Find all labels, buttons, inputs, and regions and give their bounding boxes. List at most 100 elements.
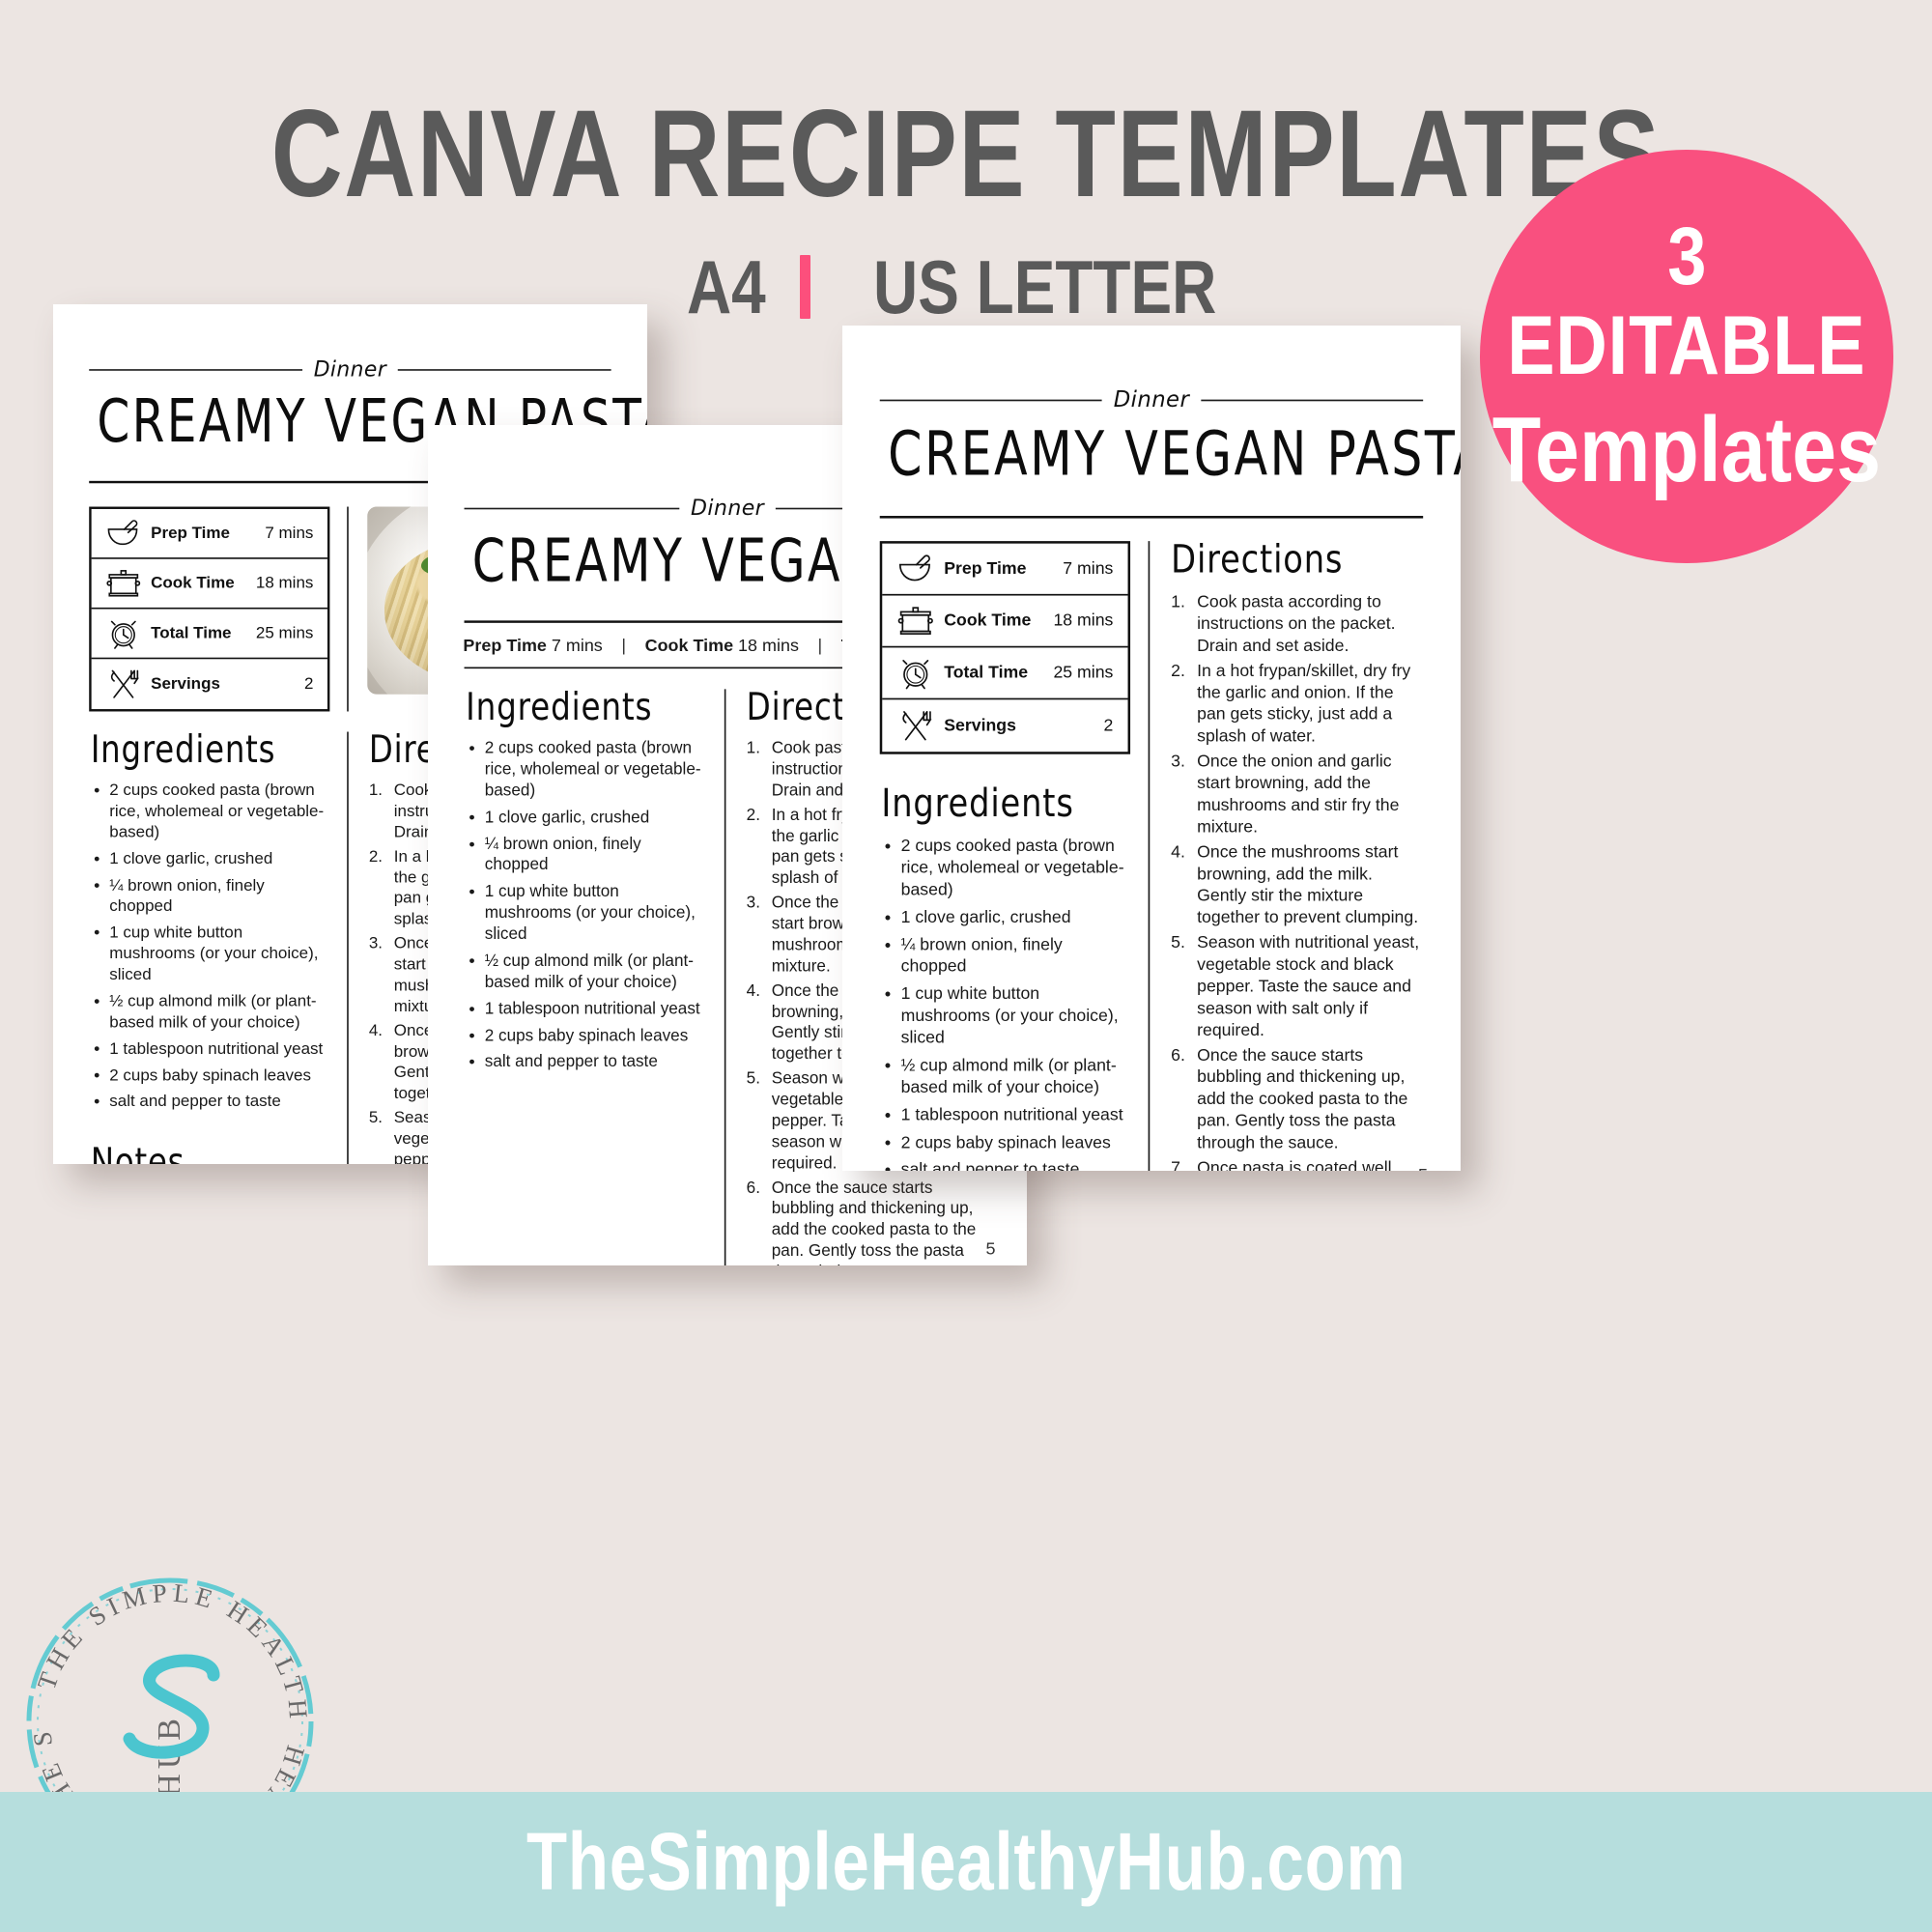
separator: | [817,635,823,656]
prep-time-label: Prep Time [463,635,547,656]
list-item: ½ cup almond milk (or plant-based milk o… [89,990,329,1033]
list-item: salt and pepper to taste [880,1159,1130,1171]
list-item: Once the sauce starts bubbling and thick… [1171,1045,1408,1152]
servings-value: 2 [1103,716,1114,735]
servings-label: Servings [151,674,220,694]
time-label: Cook Time [944,611,1032,630]
editable-templates-badge: 3 EDITABLE Templates [1480,150,1893,563]
servings-label: Servings [944,716,1016,735]
list-item: 1 tablespoon nutritional yeast [89,1037,329,1060]
meal-type-label: Dinner [691,496,765,521]
list-item: 1 clove garlic, crushed [880,906,1130,929]
badge-count: 3 [1666,210,1707,301]
eyebrow-rule-right [1201,399,1424,401]
time-value: 25 mins [1053,663,1114,682]
list-item: Season with nutritional yeast, vegetable… [1171,932,1420,1039]
time-label: Cook Time [151,574,235,592]
mortar-bowl-icon [892,554,939,584]
ingredients-list: 2 cups cooked pasta (brown rice, wholeme… [89,780,329,1113]
ingredients-column: Ingredients 2 cups cooked pasta (brown r… [465,685,724,1265]
list-item: 2 cups baby spinach leaves [89,1065,329,1087]
table-row: Servings 2 [92,659,327,709]
separator: | [621,635,627,656]
title-divider [879,516,1424,519]
time-value: 18 mins [1053,611,1114,630]
list-item: In a hot frypan/skillet, dry fry the gar… [1171,661,1411,746]
ingredients-heading: Ingredients [466,685,653,729]
prep-time-value: 7 mins [551,635,603,656]
meal-type-label: Dinner [1113,386,1190,413]
list-item: 1 clove garlic, crushed [89,848,329,870]
time-label: Prep Time [151,524,230,542]
list-item: 1 tablespoon nutritional yeast [465,998,707,1020]
list-item: 2 cups cooked pasta (brown rice, wholeme… [465,737,707,802]
badge-templates-label: Templates [1492,397,1882,501]
time-value: 25 mins [255,623,314,642]
list-item: salt and pepper to taste [89,1091,329,1113]
time-label: Prep Time [944,558,1027,579]
left-column: Prep Time 7 mins Cook Time 18 mins Total… [879,541,1149,1171]
list-item: 2 cups cooked pasta (brown rice, wholeme… [89,780,329,843]
list-item: Cook pasta according to instructions on … [1171,591,1396,655]
servings-value: 2 [303,674,314,694]
list-item: 2 cups cooked pasta (brown rice, wholeme… [880,835,1130,901]
meal-eyebrow-row: Dinner [89,357,611,382]
list-item: Once pasta is coated well, remove from t… [1171,1157,1397,1171]
table-row: Prep Time 7 mins [91,509,327,559]
list-item: 1 cup white button mushrooms (or your ch… [880,983,1130,1049]
format-us-letter: US LETTER [872,244,1217,329]
list-item: 1 clove garlic, crushed [465,807,707,829]
page-number: 5 [985,1238,996,1259]
list-item: ¼ brown onion, finely chopped [880,933,1130,978]
list-item: 2 cups baby spinach leaves [880,1131,1130,1154]
directions-column: Directions Cook pasta according to instr… [1148,537,1424,1171]
table-row: Servings 2 [882,699,1127,752]
time-value: 7 mins [1063,558,1114,579]
list-item: Once the onion and garlic start browning… [1171,751,1400,837]
page-number: 5 [1418,1165,1428,1171]
eyebrow-rule-right [397,368,611,371]
time-label: Total Time [151,623,232,642]
format-a4: A4 [686,244,766,329]
cook-time-label: Cook Time [644,635,734,656]
ingredients-heading: Ingredients [90,727,276,772]
time-value: 18 mins [255,574,314,592]
time-table-column: Prep Time 7 mins Cook Time 18 mins Total… [89,506,347,712]
ingredients-heading: Ingredients [881,781,1074,827]
time-table: Prep Time 7 mins Cook Time 18 mins Total… [89,506,330,712]
time-table: Prep Time 7 mins Cook Time 18 mins Total… [879,541,1131,754]
list-item: ½ cup almond milk (or plant-based milk o… [465,950,707,993]
ingredients-list: 2 cups cooked pasta (brown rice, wholeme… [880,835,1130,1171]
cooking-pot-icon [100,568,146,599]
list-item: ½ cup almond milk (or plant-based milk o… [880,1054,1130,1098]
badge-editable-label: EDITABLE [1507,299,1866,393]
card-main-row: Prep Time 7 mins Cook Time 18 mins Total… [879,537,1424,1171]
cutlery-icon [100,668,146,700]
list-item: ¼ brown onion, finely chopped [89,874,329,917]
cooking-pot-icon [892,605,939,638]
table-row: Total Time 25 mins [91,610,327,660]
ingredients-list: 2 cups cooked pasta (brown rice, wholeme… [465,737,707,1073]
list-item: salt and pepper to taste [465,1051,707,1073]
time-value: 7 mins [265,524,314,542]
recipe-card-front[interactable]: Dinner CREAMY VEGAN PASTA Prep Time 7 mi… [842,326,1461,1171]
list-item: 2 cups baby spinach leaves [465,1025,707,1047]
list-item: 1 cup white button mushrooms (or your ch… [465,881,707,946]
eyebrow-rule-left [89,368,303,371]
list-item: Once the sauce starts bubbling and thick… [747,1178,977,1265]
website-url: TheSimpleHealthyHub.com [526,1816,1406,1907]
ingredients-column: Ingredients 2 cups cooked pasta (brown r… [89,728,347,1164]
footer-bar: TheSimpleHealthyHub.com [0,1792,1932,1932]
cutlery-icon [892,709,939,743]
recipe-title: CREAMY VEGAN PASTA [888,417,1461,491]
page-title: CANVA RECIPE TEMPLATES [270,85,1662,223]
list-item: Once the mushrooms start browning, add t… [1171,841,1419,927]
table-row: Cook Time 18 mins [91,559,327,610]
eyebrow-rule-left [464,507,680,509]
meal-type-label: Dinner [313,357,387,383]
alarm-clock-icon [100,617,146,650]
eyebrow-rule-left [879,399,1102,401]
mortar-bowl-icon [100,519,146,549]
directions-list: Cook pasta according to instructions on … [1169,591,1423,1171]
card-front-page: Dinner CREAMY VEGAN PASTA Prep Time 7 mi… [842,326,1461,1171]
